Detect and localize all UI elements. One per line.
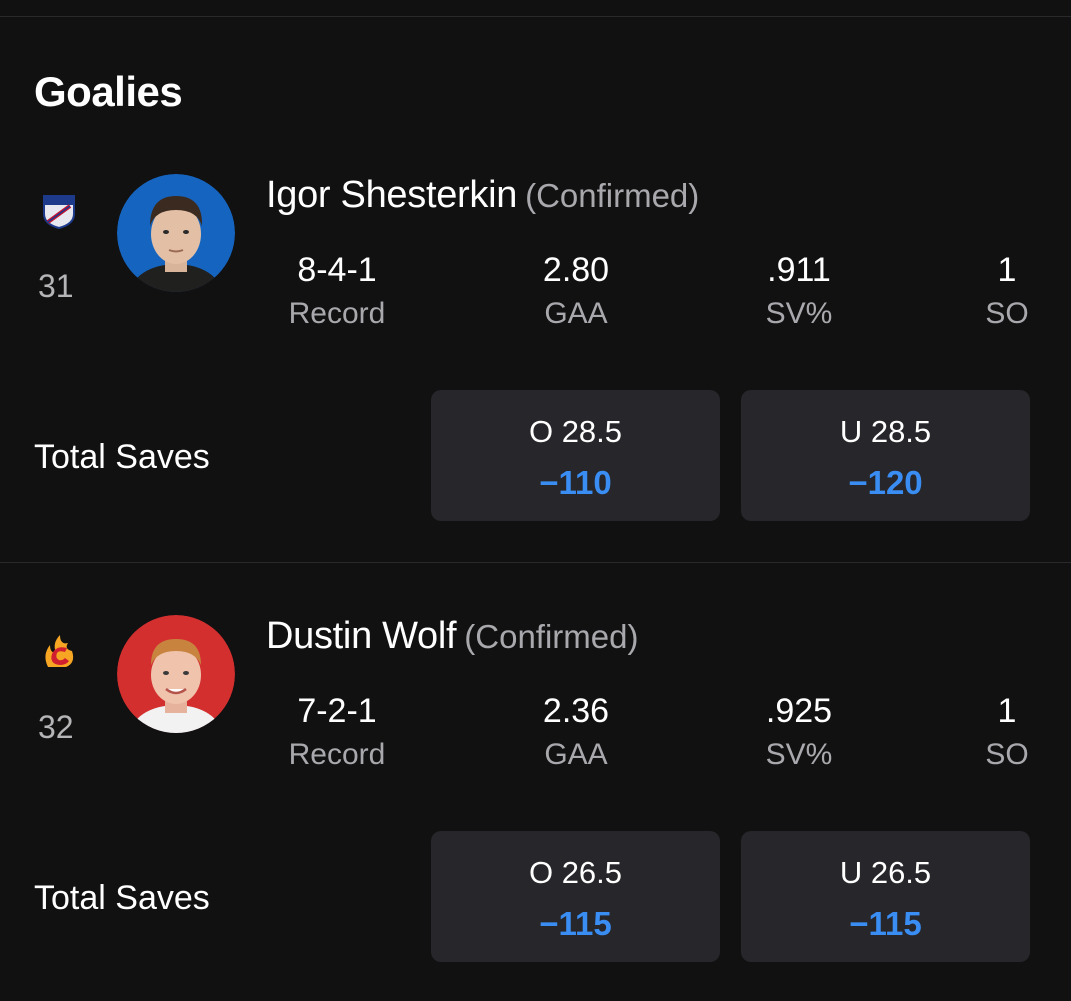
odds-price: −110 [539, 464, 612, 501]
total-saves-label: Total Saves [34, 438, 210, 476]
stat-label: SV% [765, 738, 833, 771]
odds-price: −115 [539, 905, 612, 942]
player-status: (Confirmed) [525, 177, 700, 214]
stat-record: 7-2-1 Record [237, 691, 437, 773]
stat-shutouts: 1 SO [907, 691, 1071, 773]
stat-value: 7-2-1 [297, 692, 377, 730]
stat-gaa: 2.36 GAA [476, 691, 676, 773]
odds-price: −115 [849, 905, 922, 942]
player-name-line: Igor Shesterkin (Confirmed) [266, 174, 699, 217]
goalie-row-shesterkin: 31 Igor Shesterkin (Confirmed) 8-4-1 Reco… [0, 160, 1071, 560]
odds-line: U 28.5 [839, 414, 932, 449]
section-title: Goalies [34, 68, 183, 115]
player-name[interactable]: Igor Shesterkin [266, 174, 517, 216]
stat-record: 8-4-1 Record [237, 250, 437, 332]
over-odds-button[interactable]: O 28.5 −110 [431, 390, 720, 521]
total-saves-label: Total Saves [34, 879, 210, 917]
player-status: (Confirmed) [464, 618, 639, 655]
stat-value: .925 [765, 692, 833, 730]
odds-price: −120 [848, 464, 923, 501]
stat-label: SV% [765, 297, 833, 330]
row-divider [0, 562, 1071, 563]
top-divider [0, 16, 1071, 17]
over-odds-button[interactable]: O 26.5 −115 [431, 831, 720, 962]
odds-line: U 26.5 [839, 855, 932, 890]
stat-value: 8-4-1 [297, 251, 377, 289]
flames-logo-icon [40, 633, 78, 671]
rangers-logo-icon [40, 192, 78, 230]
player-name[interactable]: Dustin Wolf [266, 615, 457, 657]
stat-label: Record [288, 738, 386, 771]
odds-line: O 28.5 [528, 414, 623, 449]
stat-value: 2.80 [542, 251, 610, 289]
stat-save-percentage: .911 SV% [699, 250, 899, 332]
stat-gaa: 2.80 GAA [476, 250, 676, 332]
stat-shutouts: 1 SO [907, 250, 1071, 332]
jersey-number: 32 [38, 709, 74, 745]
stat-value: 1 [997, 692, 1017, 730]
stat-value: .911 [767, 251, 831, 289]
player-name-line: Dustin Wolf (Confirmed) [266, 615, 638, 658]
player-avatar[interactable] [117, 174, 235, 292]
under-odds-button[interactable]: U 28.5 −120 [741, 390, 1030, 521]
jersey-number: 31 [38, 268, 74, 304]
stat-value: 1 [997, 251, 1017, 289]
stat-value: 2.36 [542, 692, 610, 730]
stat-save-percentage: .925 SV% [699, 691, 899, 773]
stat-label: SO [985, 297, 1029, 330]
stat-label: SO [985, 738, 1029, 771]
player-avatar[interactable] [117, 615, 235, 733]
odds-line: O 26.5 [528, 855, 623, 890]
under-odds-button[interactable]: U 26.5 −115 [741, 831, 1030, 962]
stat-label: Record [288, 297, 386, 330]
stat-label: GAA [544, 297, 608, 330]
goalie-row-wolf: 32 Dustin Wolf (Confirmed) 7-2-1 Record 2… [0, 601, 1071, 1001]
stat-label: GAA [544, 738, 608, 771]
